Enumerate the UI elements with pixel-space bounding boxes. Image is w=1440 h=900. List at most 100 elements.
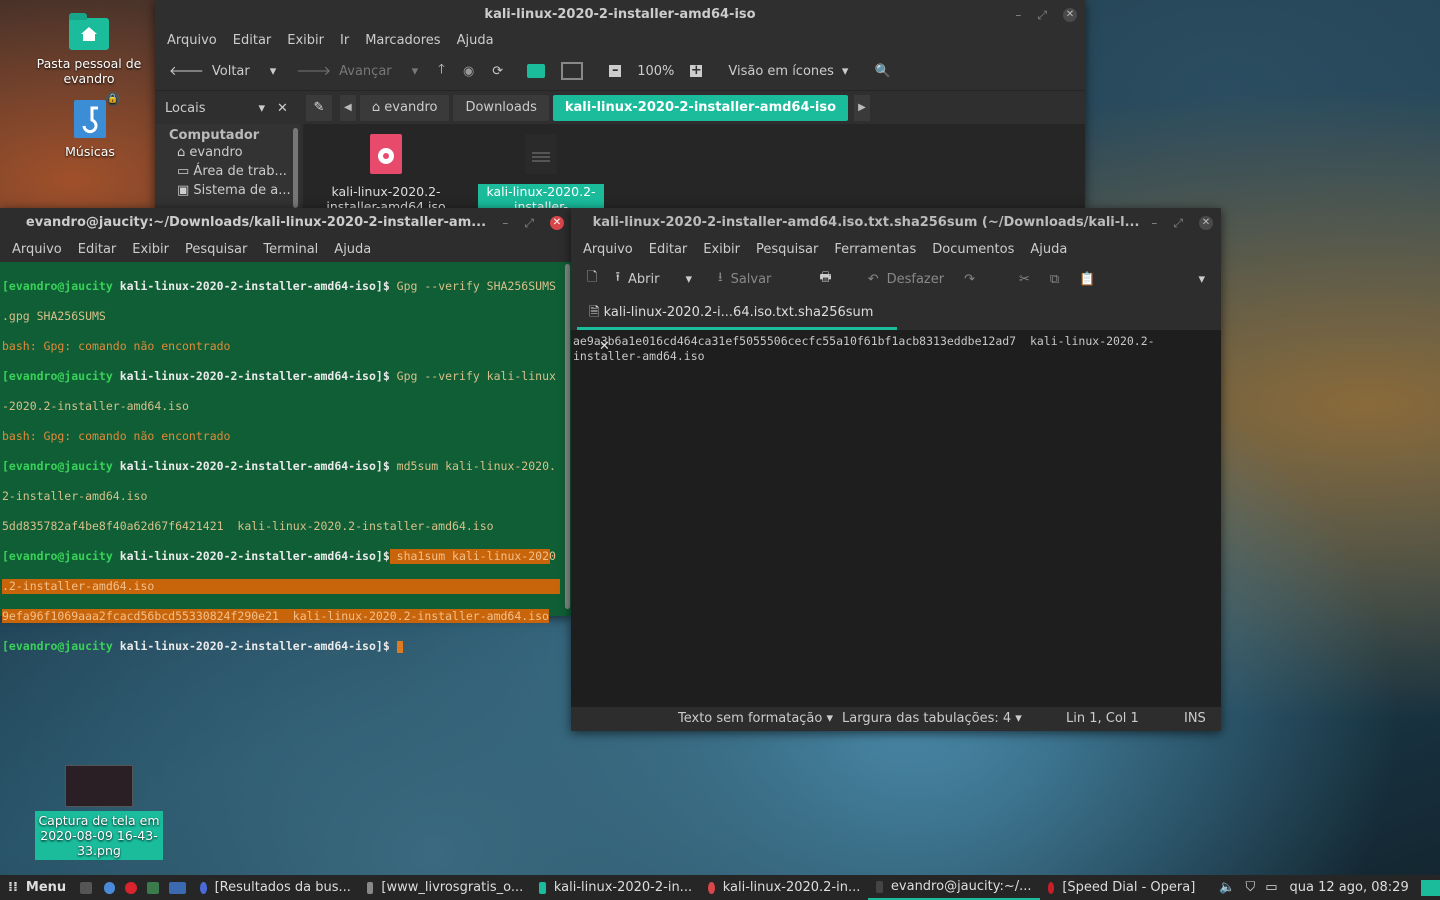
task-file-manager[interactable]: kali-linux-2020-2-in... [531,875,700,900]
menu-arquivo[interactable]: Arquivo [4,238,70,262]
minimize-icon[interactable]: – [1151,208,1157,238]
show-desktop-icon[interactable] [1420,879,1440,896]
chromium-launcher-icon[interactable] [103,881,116,894]
tab-width-dropdown[interactable]: Largura das tabulações: 4 ▾ [842,707,1022,731]
terminal-launcher-icon[interactable] [80,881,92,894]
desktop-icon-music[interactable]: 🔒 Músicas [50,92,130,159]
shield-icon[interactable]: ⛉ [1245,880,1255,895]
zoom-in-icon[interactable]: + [690,64,703,77]
back-history-dropdown-icon[interactable]: ▾ [262,64,285,79]
menu-exibir[interactable]: Exibir [124,238,177,262]
stop-icon[interactable]: ◉ [457,64,480,79]
menu-ferramentas[interactable]: Ferramentas [826,238,924,262]
virtualbox-launcher-icon[interactable] [168,881,186,894]
menu-documentos[interactable]: Documentos [924,238,1022,262]
sidebar-scrollbar[interactable] [293,128,298,208]
copy-icon[interactable]: ⧉ [1042,272,1067,287]
editor-titlebar[interactable]: kali-linux-2020-2-installer-amd64.iso.tx… [571,208,1221,238]
cursor-position: Lin 1, Col 1 [1066,711,1139,726]
save-button[interactable]: ⭳ Salvar [710,268,779,290]
new-document-icon[interactable]: 🗋 [581,268,603,290]
editor-text-area[interactable]: ae9a3b6a1e016cd464ca31ef5055506cecfc55a1… [571,330,1221,368]
breadcrumb-evandro[interactable]: ⌂ evandro [359,95,450,121]
places-dropdown[interactable]: Locais ▾ [155,101,265,116]
undo-button[interactable]: ↶ Desfazer [860,272,952,287]
menu-button[interactable]: ⁞⁞ Menu [0,875,72,900]
view-mode-dropdown[interactable]: Visão em ícones ▾ [722,64,854,79]
redo-icon[interactable]: ↷ [956,272,983,287]
maximize-icon[interactable]: ⤢ [1173,208,1183,238]
opera-launcher-icon[interactable] [125,881,137,894]
menu-exibir[interactable]: Exibir [695,238,748,262]
sidebar-item-evandro[interactable]: ⌂ evandro [155,143,300,162]
terminal-scrollbar[interactable] [565,264,570,609]
home-icon: ⌂ [371,100,385,115]
back-button[interactable]: 🡐 Voltar [163,63,256,80]
system-monitor-launcher-icon[interactable] [146,881,159,894]
menu-pesquisar[interactable]: Pesquisar [748,238,826,262]
editor-tab[interactable]: 🗎 kali-linux-2020.2-i...64.iso.txt.sha25… [577,296,897,354]
desktop-icon-home[interactable]: Pasta pessoal de evandro [34,13,144,86]
close-sidebar-icon[interactable]: ✕ [277,101,288,116]
minimize-icon[interactable]: – [502,208,508,238]
menu-exibir[interactable]: Exibir [279,30,332,52]
minimize-icon[interactable]: – [1015,0,1021,30]
menu-ajuda[interactable]: Ajuda [449,30,502,52]
text-editor-window: kali-linux-2020-2-installer-amd64.iso.tx… [571,208,1221,731]
clock[interactable]: qua 12 ago, 08:29 [1290,880,1409,895]
up-arrow-icon[interactable]: 🡑 [432,60,451,82]
cut-icon[interactable]: ✂ [1011,272,1038,287]
computer-icon[interactable] [561,62,584,80]
breadcrumb-current[interactable]: kali-linux-2020-2-installer-amd64-iso [552,95,849,121]
breadcrumb-downloads[interactable]: Downloads [453,95,549,121]
close-tab-icon[interactable]: ✕ [599,339,610,354]
edit-location-icon[interactable]: ✎ [305,95,332,121]
home-folder-button-icon[interactable] [527,64,546,78]
sidebar-item-desktop[interactable]: ▭ Área de trab... [155,162,300,181]
terminal-titlebar[interactable]: evandro@jaucity:~/Downloads/kali-linux-2… [0,208,572,238]
home-folder-icon [69,13,109,50]
menu-ajuda[interactable]: Ajuda [326,238,379,262]
menu-editar[interactable]: Editar [641,238,696,262]
close-icon[interactable]: ✕ [1199,216,1213,230]
menu-editar[interactable]: Editar [70,238,125,262]
menu-arquivo[interactable]: Arquivo [575,238,641,262]
undo-icon: ↶ [867,271,879,287]
open-button[interactable]: ⭱ Abrir [607,268,667,290]
file-item-iso[interactable]: kali-linux-2020.2-installer-amd64.iso [323,134,449,214]
notification-icon[interactable]: ▭ [1265,880,1277,895]
menu-arquivo[interactable]: Arquivo [159,30,225,52]
task-opera[interactable]: [Speed Dial - Opera] [1040,875,1204,900]
reload-icon[interactable]: ⟳ [486,64,509,79]
sidebar-item-filesystem[interactable]: ▣ Sistema de a... [155,181,300,200]
menu-ir[interactable]: Ir [332,30,357,52]
task-browser-results[interactable]: [Resultados da bus... [192,875,359,900]
close-icon[interactable]: ✕ [1063,8,1077,22]
print-icon[interactable]: 🖶 [809,268,841,290]
close-icon[interactable]: ✕ [550,216,564,230]
zoom-out-icon[interactable]: – [609,64,622,77]
open-dropdown-icon[interactable]: ▾ [671,272,706,287]
syntax-dropdown[interactable]: Texto sem formatação ▾ [678,707,833,731]
toolbar-overflow-icon[interactable]: ▾ [1182,272,1221,287]
desktop-icon-screenshot[interactable]: Captura de tela em 2020-08-09 16-43-33.p… [35,765,163,860]
menu-terminal[interactable]: Terminal [255,238,326,262]
breadcrumb-forward-icon[interactable]: ▶ [854,95,871,121]
task-livrosgratis[interactable]: [www_livrosgratis_o... [359,875,531,900]
file-manager-titlebar[interactable]: kali-linux-2020-2-installer-amd64-iso – … [155,0,1085,30]
menu-marcadores[interactable]: Marcadores [357,30,448,52]
breadcrumb-back-icon[interactable]: ◀ [339,95,356,121]
forward-button[interactable]: 🡒 Avançar [290,63,397,80]
terminal-output[interactable]: [evandro@jaucity kali-linux-2020-2-insta… [0,262,572,684]
maximize-icon[interactable]: ⤢ [524,208,534,238]
menu-pesquisar[interactable]: Pesquisar [177,238,255,262]
task-terminal[interactable]: evandro@jaucity:~/... [868,875,1040,900]
paste-icon[interactable]: 📋 [1071,272,1103,287]
maximize-icon[interactable]: ⤢ [1037,0,1047,30]
search-icon[interactable]: 🔍 [874,64,890,79]
volume-icon[interactable]: 🔈 [1219,880,1235,895]
menu-ajuda[interactable]: Ajuda [1022,238,1075,262]
forward-history-dropdown-icon[interactable]: ▾ [404,64,427,79]
menu-editar[interactable]: Editar [225,30,280,52]
task-text-editor[interactable]: kali-linux-2020.2-in... [700,875,868,900]
